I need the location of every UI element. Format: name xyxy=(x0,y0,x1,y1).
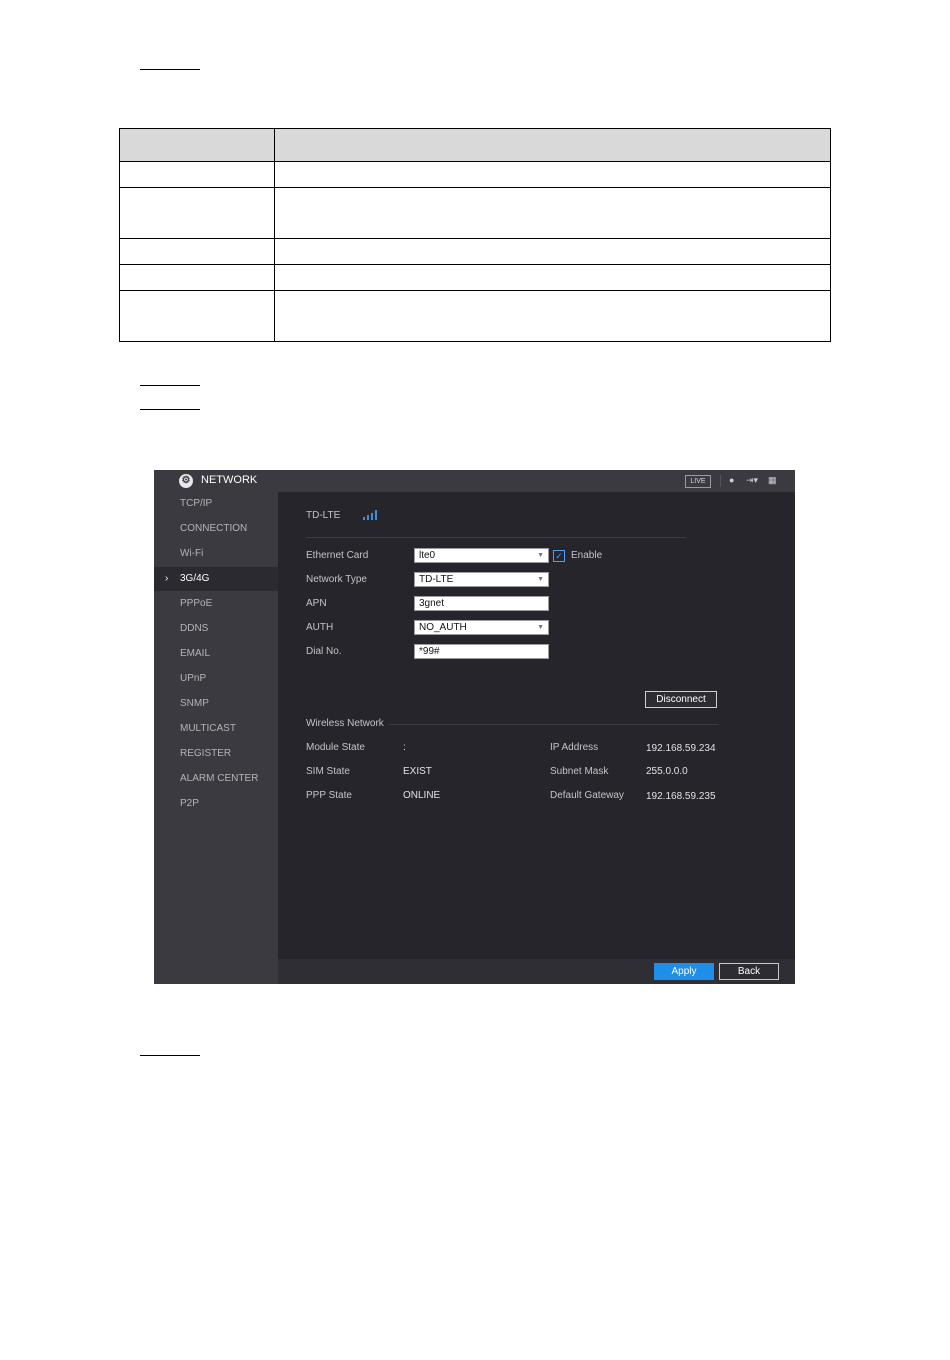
content-panel: TD-LTE Ethernet Card lte0 ▼ ✓ Enable Netw… xyxy=(278,492,795,984)
sidebar-item-email[interactable]: EMAIL xyxy=(154,642,278,666)
sidebar-item-label: ALARM CENTER xyxy=(180,773,259,784)
sidebar-item-wifi[interactable]: Wi-Fi xyxy=(154,542,278,566)
logout-icon[interactable]: ⇥▾ xyxy=(746,475,758,486)
ethernet-card-value: lte0 xyxy=(419,550,436,561)
sidebar-item-tcpip[interactable]: TCP/IP xyxy=(154,492,278,516)
sidebar-item-register[interactable]: REGISTER xyxy=(154,742,278,766)
sidebar-item-alarm-center[interactable]: ALARM CENTER xyxy=(154,767,278,791)
sidebar-item-label: DDNS xyxy=(180,623,209,634)
sidebar-item-pppoe[interactable]: PPPoE xyxy=(154,592,278,616)
ppp-state-value: ONLINE xyxy=(403,790,441,801)
table-row xyxy=(119,264,831,291)
default-gateway-value: 192.168.59.235 xyxy=(646,791,716,802)
table-row xyxy=(119,161,831,188)
dial-no-value: *99# xyxy=(419,646,440,657)
dial-no-input[interactable]: *99# xyxy=(414,644,549,659)
step-underline-3 xyxy=(140,409,200,410)
network-settings-screenshot: ⚙ NETWORK LIVE ● ⇥▾ ▦ TCP/IP CONNECTION … xyxy=(154,470,795,984)
wireless-network-title: Wireless Network xyxy=(306,718,384,729)
sidebar-item-label: 3G/4G xyxy=(180,573,210,584)
chevron-down-icon: ▼ xyxy=(537,624,544,631)
sidebar-item-label: UPnP xyxy=(180,673,207,684)
sidebar-item-3g4g[interactable]: › 3G/4G xyxy=(154,567,278,591)
apn-input[interactable]: 3gnet xyxy=(414,596,549,611)
default-gateway-label: Default Gateway xyxy=(550,790,624,801)
ethernet-card-select[interactable]: lte0 ▼ xyxy=(414,548,549,563)
sim-state-value: EXIST xyxy=(403,766,432,777)
divider xyxy=(306,537,686,538)
live-button[interactable]: LIVE xyxy=(685,475,711,488)
apn-value: 3gnet xyxy=(419,598,445,609)
apn-label: APN xyxy=(306,598,327,609)
network-type-label: Network Type xyxy=(306,574,367,585)
step-underline-2 xyxy=(140,385,200,386)
ip-address-value: 192.168.59.234 xyxy=(646,743,716,754)
page-title: NETWORK xyxy=(201,474,258,486)
sidebar-item-multicast[interactable]: MULTICAST xyxy=(154,717,278,741)
auth-value: NO_AUTH xyxy=(419,622,467,633)
table-row xyxy=(119,290,831,342)
auth-label: AUTH xyxy=(306,622,334,633)
divider xyxy=(388,724,718,725)
module-state-label: Module State xyxy=(306,742,365,753)
table-row xyxy=(119,238,831,265)
dial-no-label: Dial No. xyxy=(306,646,342,657)
ppp-state-label: PPP State xyxy=(306,790,352,801)
auth-select[interactable]: NO_AUTH ▼ xyxy=(414,620,549,635)
chevron-down-icon: ▼ xyxy=(537,552,544,559)
parameter-table xyxy=(119,128,831,342)
top-bar: ⚙ NETWORK LIVE ● ⇥▾ ▦ xyxy=(154,470,795,492)
grid-icon[interactable]: ▦ xyxy=(768,475,777,486)
sidebar-item-label: TCP/IP xyxy=(180,498,213,509)
table-header-row xyxy=(119,128,831,162)
subnet-mask-value: 255.0.0.0 xyxy=(646,766,688,777)
footer-bar: Apply Back xyxy=(278,959,795,984)
sidebar-item-label: REGISTER xyxy=(180,748,232,759)
sidebar-item-label: P2P xyxy=(180,798,199,809)
network-type-select[interactable]: TD-LTE ▼ xyxy=(414,572,549,587)
network-icon: ⚙ xyxy=(179,474,193,488)
subnet-mask-label: Subnet Mask xyxy=(550,766,609,777)
sidebar-item-label: MULTICAST xyxy=(180,723,236,734)
disconnect-button[interactable]: Disconnect xyxy=(645,691,717,708)
user-icon[interactable]: ● xyxy=(729,475,734,485)
sidebar-item-p2p[interactable]: P2P xyxy=(154,792,278,816)
module-state-value: : xyxy=(403,742,406,753)
sidebar-item-snmp[interactable]: SNMP xyxy=(154,692,278,716)
sidebar-item-label: Wi-Fi xyxy=(180,548,204,559)
sidebar-item-label: PPPoE xyxy=(180,598,213,609)
signal-strength-icon xyxy=(363,510,379,520)
sim-state-label: SIM State xyxy=(306,766,350,777)
sidebar-item-label: SNMP xyxy=(180,698,209,709)
chevron-right-icon: › xyxy=(165,573,169,584)
step-underline-4 xyxy=(140,1055,200,1056)
sidebar-item-ddns[interactable]: DDNS xyxy=(154,617,278,641)
sidebar: TCP/IP CONNECTION Wi-Fi › 3G/4G PPPoE DDN… xyxy=(154,492,278,984)
apply-button[interactable]: Apply xyxy=(654,963,714,980)
sidebar-item-upnp[interactable]: UPnP xyxy=(154,667,278,691)
chevron-down-icon: ▼ xyxy=(537,576,544,583)
step-underline-1 xyxy=(140,69,200,70)
sidebar-item-label: EMAIL xyxy=(180,648,211,659)
network-type-value: TD-LTE xyxy=(419,574,454,585)
enable-checkbox[interactable]: ✓ xyxy=(553,550,565,562)
network-name: TD-LTE xyxy=(306,510,341,521)
ethernet-card-label: Ethernet Card xyxy=(306,550,369,561)
toolbar-divider xyxy=(720,475,721,487)
sidebar-item-connection[interactable]: CONNECTION xyxy=(154,517,278,541)
sidebar-item-label: CONNECTION xyxy=(180,523,248,534)
ip-address-label: IP Address xyxy=(550,742,599,753)
table-row xyxy=(119,187,831,239)
back-button[interactable]: Back xyxy=(719,963,779,980)
enable-label: Enable xyxy=(571,550,603,561)
